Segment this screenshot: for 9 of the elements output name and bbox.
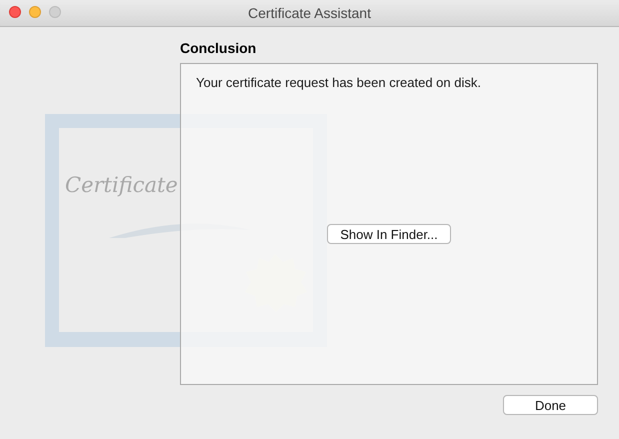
minimize-button[interactable]: [29, 6, 41, 18]
close-button[interactable]: [9, 6, 21, 18]
step-heading: Conclusion: [180, 40, 258, 57]
window-title: Certificate Assistant: [248, 5, 371, 21]
zoom-button[interactable]: [49, 6, 61, 18]
status-message: Your certificate request has been created on disk.: [196, 75, 481, 90]
done-button[interactable]: Done: [503, 395, 598, 415]
show-in-finder-button[interactable]: Show In Finder...: [327, 224, 451, 244]
certificate-label: Certificate: [65, 173, 178, 197]
